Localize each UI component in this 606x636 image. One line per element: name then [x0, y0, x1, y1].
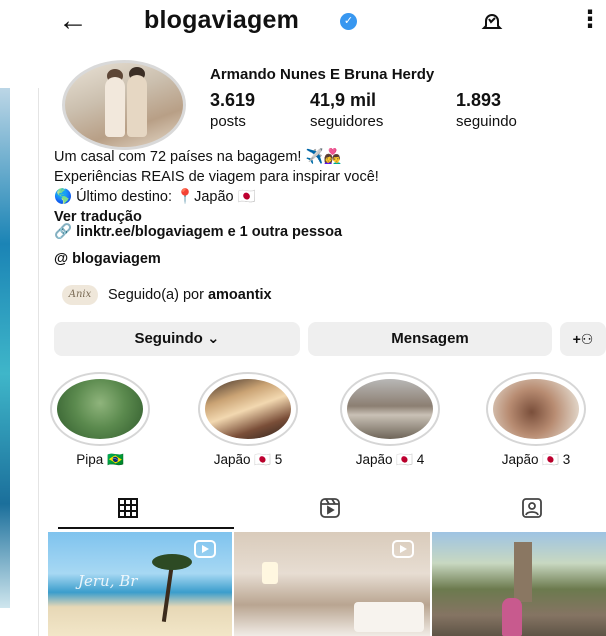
highlight-ring [340, 372, 440, 446]
highlight-label: Japão 🇯🇵 3 [501, 452, 571, 467]
link-icon: 🔗 [54, 224, 77, 240]
profile-screen: ← blogaviagem ✓ ⋮ Armando Nunes E Bruna … [48, 0, 606, 636]
followers-label: seguidores [310, 113, 384, 130]
post-image-detail [152, 554, 192, 570]
profile-username: blogaviagem [144, 6, 300, 34]
reel-icon [194, 540, 216, 558]
highlight-cover [493, 379, 579, 439]
following-label: seguindo [456, 113, 517, 130]
add-user-button[interactable]: +⚇ [560, 322, 606, 356]
stat-posts[interactable]: 3.619 posts [210, 90, 255, 130]
highlight-ring [198, 372, 298, 446]
more-vertical-icon[interactable]: ⋮ [578, 8, 602, 32]
posts-grid: Jeru, Br [48, 532, 606, 636]
active-tab-indicator [58, 527, 234, 529]
stat-following[interactable]: 1.893 seguindo [456, 90, 517, 130]
bio-line: Experiências REAIS de viagem para inspir… [54, 169, 379, 185]
top-bar: ← blogaviagem ✓ ⋮ [48, 0, 606, 46]
highlight-item[interactable]: Japão 🇯🇵 3 [484, 372, 588, 468]
followed-by-user: amoantix [207, 286, 272, 303]
profile-tabs [48, 490, 606, 530]
highlight-item[interactable]: Pipa 🇧🇷 [48, 372, 152, 468]
post-image-detail [502, 598, 522, 636]
grid-icon[interactable] [116, 496, 142, 520]
bell-icon[interactable] [480, 10, 504, 34]
followed-by-prefix: Seguido(a) por [108, 286, 208, 303]
highlight-ring [486, 372, 586, 446]
following-count: 1.893 [456, 90, 502, 110]
highlight-cover [347, 379, 433, 439]
avatar-figure [127, 75, 147, 137]
profile-full-name: Armando Nunes E Bruna Herdy [210, 66, 435, 83]
profile-bio: Um casal com 72 países na bagagem! ✈️👩‍❤… [54, 147, 606, 227]
reels-icon[interactable] [318, 496, 344, 520]
post-image-detail [514, 542, 532, 602]
bio-line: 🌎 Último destino: 📍Japão 🇯🇵 [54, 189, 256, 205]
threads-icon: @ [54, 251, 73, 267]
arrow-left-icon[interactable]: ← [58, 6, 88, 36]
post-image-detail [354, 602, 424, 632]
highlight-label: Japão 🇯🇵 4 [355, 452, 425, 467]
post-image-detail [262, 562, 278, 584]
highlight-label: Japão 🇯🇵 5 [213, 452, 283, 467]
highlight-cover [205, 379, 291, 439]
following-button[interactable]: Seguindo ⌄ [54, 322, 300, 356]
highlight-item[interactable]: Japão 🇯🇵 4 [338, 372, 442, 468]
highlight-item[interactable]: Japão 🇯🇵 5 [196, 372, 300, 468]
background-divider [38, 88, 39, 636]
verified-badge-icon: ✓ [340, 13, 357, 30]
background-image-strip [0, 88, 10, 608]
highlight-label: Pipa 🇧🇷 [76, 452, 124, 467]
posts-label: posts [210, 113, 246, 130]
profile-link-text: linktr.ee/blogaviagem e 1 outra pessoa [76, 224, 343, 240]
story-highlights: Pipa 🇧🇷 Japão 🇯🇵 5 Japão 🇯🇵 4 Japão 🇯🇵 3 [48, 372, 606, 472]
bio-line: Um casal com 72 países na bagagem! ✈️👩‍❤… [54, 149, 342, 165]
posts-count: 3.619 [210, 90, 256, 110]
threads-handle: blogaviagem [72, 251, 161, 267]
followers-count: 41,9 mil [310, 90, 377, 110]
followed-by[interactable]: Anix Seguido(a) por amoantix [62, 285, 272, 305]
post-tile[interactable]: Jeru, Br [48, 532, 232, 636]
post-overlay-text: Jeru, Br [78, 572, 138, 590]
highlight-ring [50, 372, 150, 446]
post-tile[interactable] [432, 532, 606, 636]
highlight-cover [57, 379, 143, 439]
avatar-figure [105, 77, 125, 137]
profile-link[interactable]: 🔗 linktr.ee/blogaviagem e 1 outra pessoa [54, 223, 342, 240]
threads-badge[interactable]: @ blogaviagem [54, 251, 161, 267]
tagged-icon[interactable] [520, 496, 546, 520]
message-button[interactable]: Mensagem [308, 322, 552, 356]
reel-icon [392, 540, 414, 558]
followed-by-avatar: Anix [62, 285, 98, 305]
avatar[interactable] [62, 60, 186, 150]
stat-followers[interactable]: 41,9 mil seguidores [310, 90, 383, 130]
post-image-detail [161, 562, 175, 622]
post-tile[interactable] [234, 532, 430, 636]
